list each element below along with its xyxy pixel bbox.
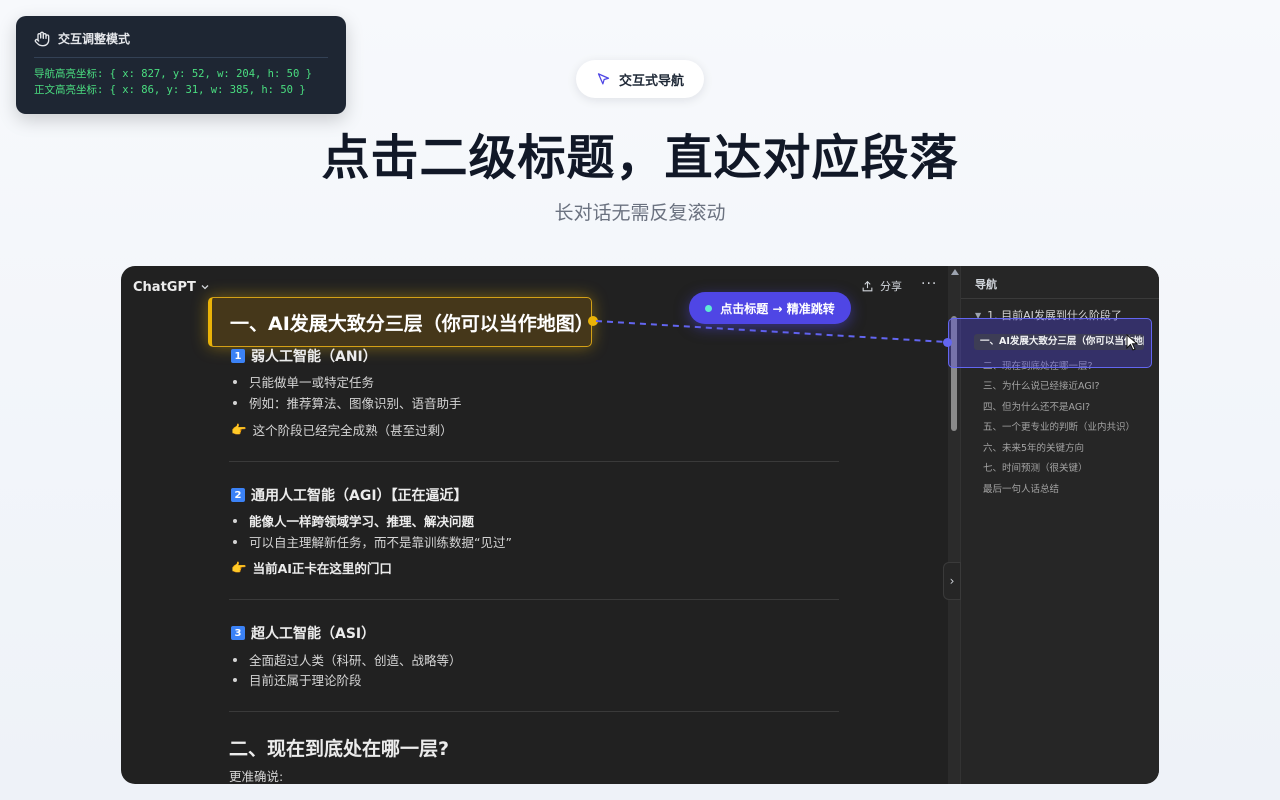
list-item: 只能做单一或特定任务 — [233, 372, 374, 391]
list-item: 能像人一样跨领域学习、推理、解决问题 — [233, 511, 474, 530]
number-badge: 1 — [231, 349, 245, 363]
nav-title: 导航 — [975, 278, 997, 291]
nav-item[interactable]: 最后一句人话总结 — [983, 481, 1059, 495]
list-item: 例如：推荐算法、图像识别、语音助手 — [233, 393, 462, 412]
debug-header: 交互调整模式 — [34, 30, 328, 47]
pointing-hand-icon: 👉 — [231, 421, 247, 437]
nav-item[interactable]: 六、未来5年的关键方向 — [983, 440, 1084, 454]
share-button[interactable]: 分享 — [861, 278, 902, 294]
hand-icon — [34, 31, 50, 46]
scroll-up-arrow[interactable] — [951, 269, 959, 275]
chevron-down-icon — [201, 285, 209, 290]
nav-divider — [961, 298, 1159, 299]
debug-title: 交互调整模式 — [58, 32, 131, 46]
note-text: 这个阶段已经完全成熟（甚至过剩） — [252, 423, 453, 438]
share-label: 分享 — [880, 280, 902, 293]
list-item-text: 只能做单一或特定任务 — [249, 375, 375, 390]
jump-badge: 点击标题 → 精准跳转 — [689, 292, 851, 324]
chat-content: 一、AI发展大致分三层（你可以当作地图） 1 弱人工智能（ANI） 只能做单一或… — [121, 297, 948, 784]
number-badge: 3 — [231, 626, 245, 640]
pill-label: 交互式导航 — [618, 73, 684, 89]
subhead-text: 通用人工智能（AGI）【正在逼近】 — [251, 488, 468, 504]
feature-pill: 交互式导航 — [576, 60, 704, 98]
section-title-highlighted: 一、AI发展大致分三层（你可以当作地图） — [208, 297, 594, 347]
list-item-text: 可以自主理解新任务，而不是靠训练数据“见过” — [249, 535, 512, 550]
body-coords-readout: 正文高亮坐标: { x: 86, y: 31, w: 385, h: 50 } — [34, 84, 306, 96]
list-item: 全面超过人类（科研、创造、战略等） — [233, 650, 462, 669]
chevron-right-icon: › — [949, 574, 955, 588]
debug-panel: 交互调整模式 导航高亮坐标: { x: 827, y: 52, w: 204, … — [16, 16, 346, 114]
model-name: ChatGPT — [133, 279, 196, 295]
section-title: 二、现在到底处在哪一层? — [229, 738, 450, 760]
list-item: 可以自主理解新任务，而不是靠训练数据“见过” — [233, 532, 512, 551]
list-item: 目前还属于理论阶段 — [233, 670, 362, 689]
nav-item-active[interactable]: 一、AI发展大致分三层（你可以当作地图） — [974, 334, 1144, 350]
subhead-agi: 2 通用人工智能（AGI）【正在逼近】 — [231, 485, 468, 505]
note-text: 当前AI正卡在这里的门口 — [252, 561, 392, 576]
debug-divider — [34, 57, 328, 58]
collapse-nav-button[interactable]: › — [943, 562, 961, 600]
model-selector[interactable]: ChatGPT — [133, 280, 210, 295]
divider — [229, 461, 839, 462]
subhead-ani: 1 弱人工智能（ANI） — [231, 346, 377, 366]
note-line: 👉 当前AI正卡在这里的门口 — [231, 558, 392, 577]
mouse-cursor-icon — [1126, 334, 1139, 351]
hero-subtitle: 长对话无需反复滚动 — [554, 202, 726, 224]
status-dot — [705, 304, 713, 312]
list-item-text: 能像人一样跨领域学习、推理、解决问题 — [249, 514, 475, 529]
nav-item[interactable]: 五、一个更专业的判断（业内共识） — [983, 419, 1135, 433]
highlight-anchor-dot — [588, 316, 598, 326]
nav-item[interactable]: 三、为什么说已经接近AGI? — [983, 378, 1100, 392]
nav-anchor-dot — [943, 338, 952, 347]
list-item-text: 例如：推荐算法、图像识别、语音助手 — [249, 396, 462, 411]
pointer-icon — [597, 72, 610, 84]
note-line: 👉 这个阶段已经完全成熟（甚至过剩） — [231, 420, 453, 439]
nav-item[interactable]: 七、时间预测（很关键） — [983, 460, 1088, 474]
subhead-text: 超人工智能（ASI） — [251, 626, 376, 642]
share-icon — [862, 280, 873, 291]
number-badge: 2 — [231, 488, 245, 502]
nav-item[interactable]: 四、但为什么还不是AGI? — [983, 399, 1090, 413]
subhead-text: 弱人工智能（ANI） — [251, 349, 377, 365]
list-item-text: 全面超过人类（科研、创造、战略等） — [249, 653, 462, 668]
nav-coords-readout: 导航高亮坐标: { x: 827, y: 52, w: 204, h: 50 } — [34, 68, 312, 80]
divider — [229, 599, 839, 600]
pointing-hand-icon: 👉 — [231, 559, 247, 575]
jump-badge-label: 点击标题 → 精准跳转 — [720, 301, 835, 316]
hero-title: 点击二级标题，直达对应段落 — [321, 130, 959, 186]
divider — [229, 711, 839, 712]
more-options-button[interactable]: ··· — [921, 276, 937, 292]
paragraph: 更准确说: — [229, 769, 284, 784]
subhead-asi: 3 超人工智能（ASI） — [231, 623, 375, 643]
list-item-text: 目前还属于理论阶段 — [249, 673, 362, 688]
